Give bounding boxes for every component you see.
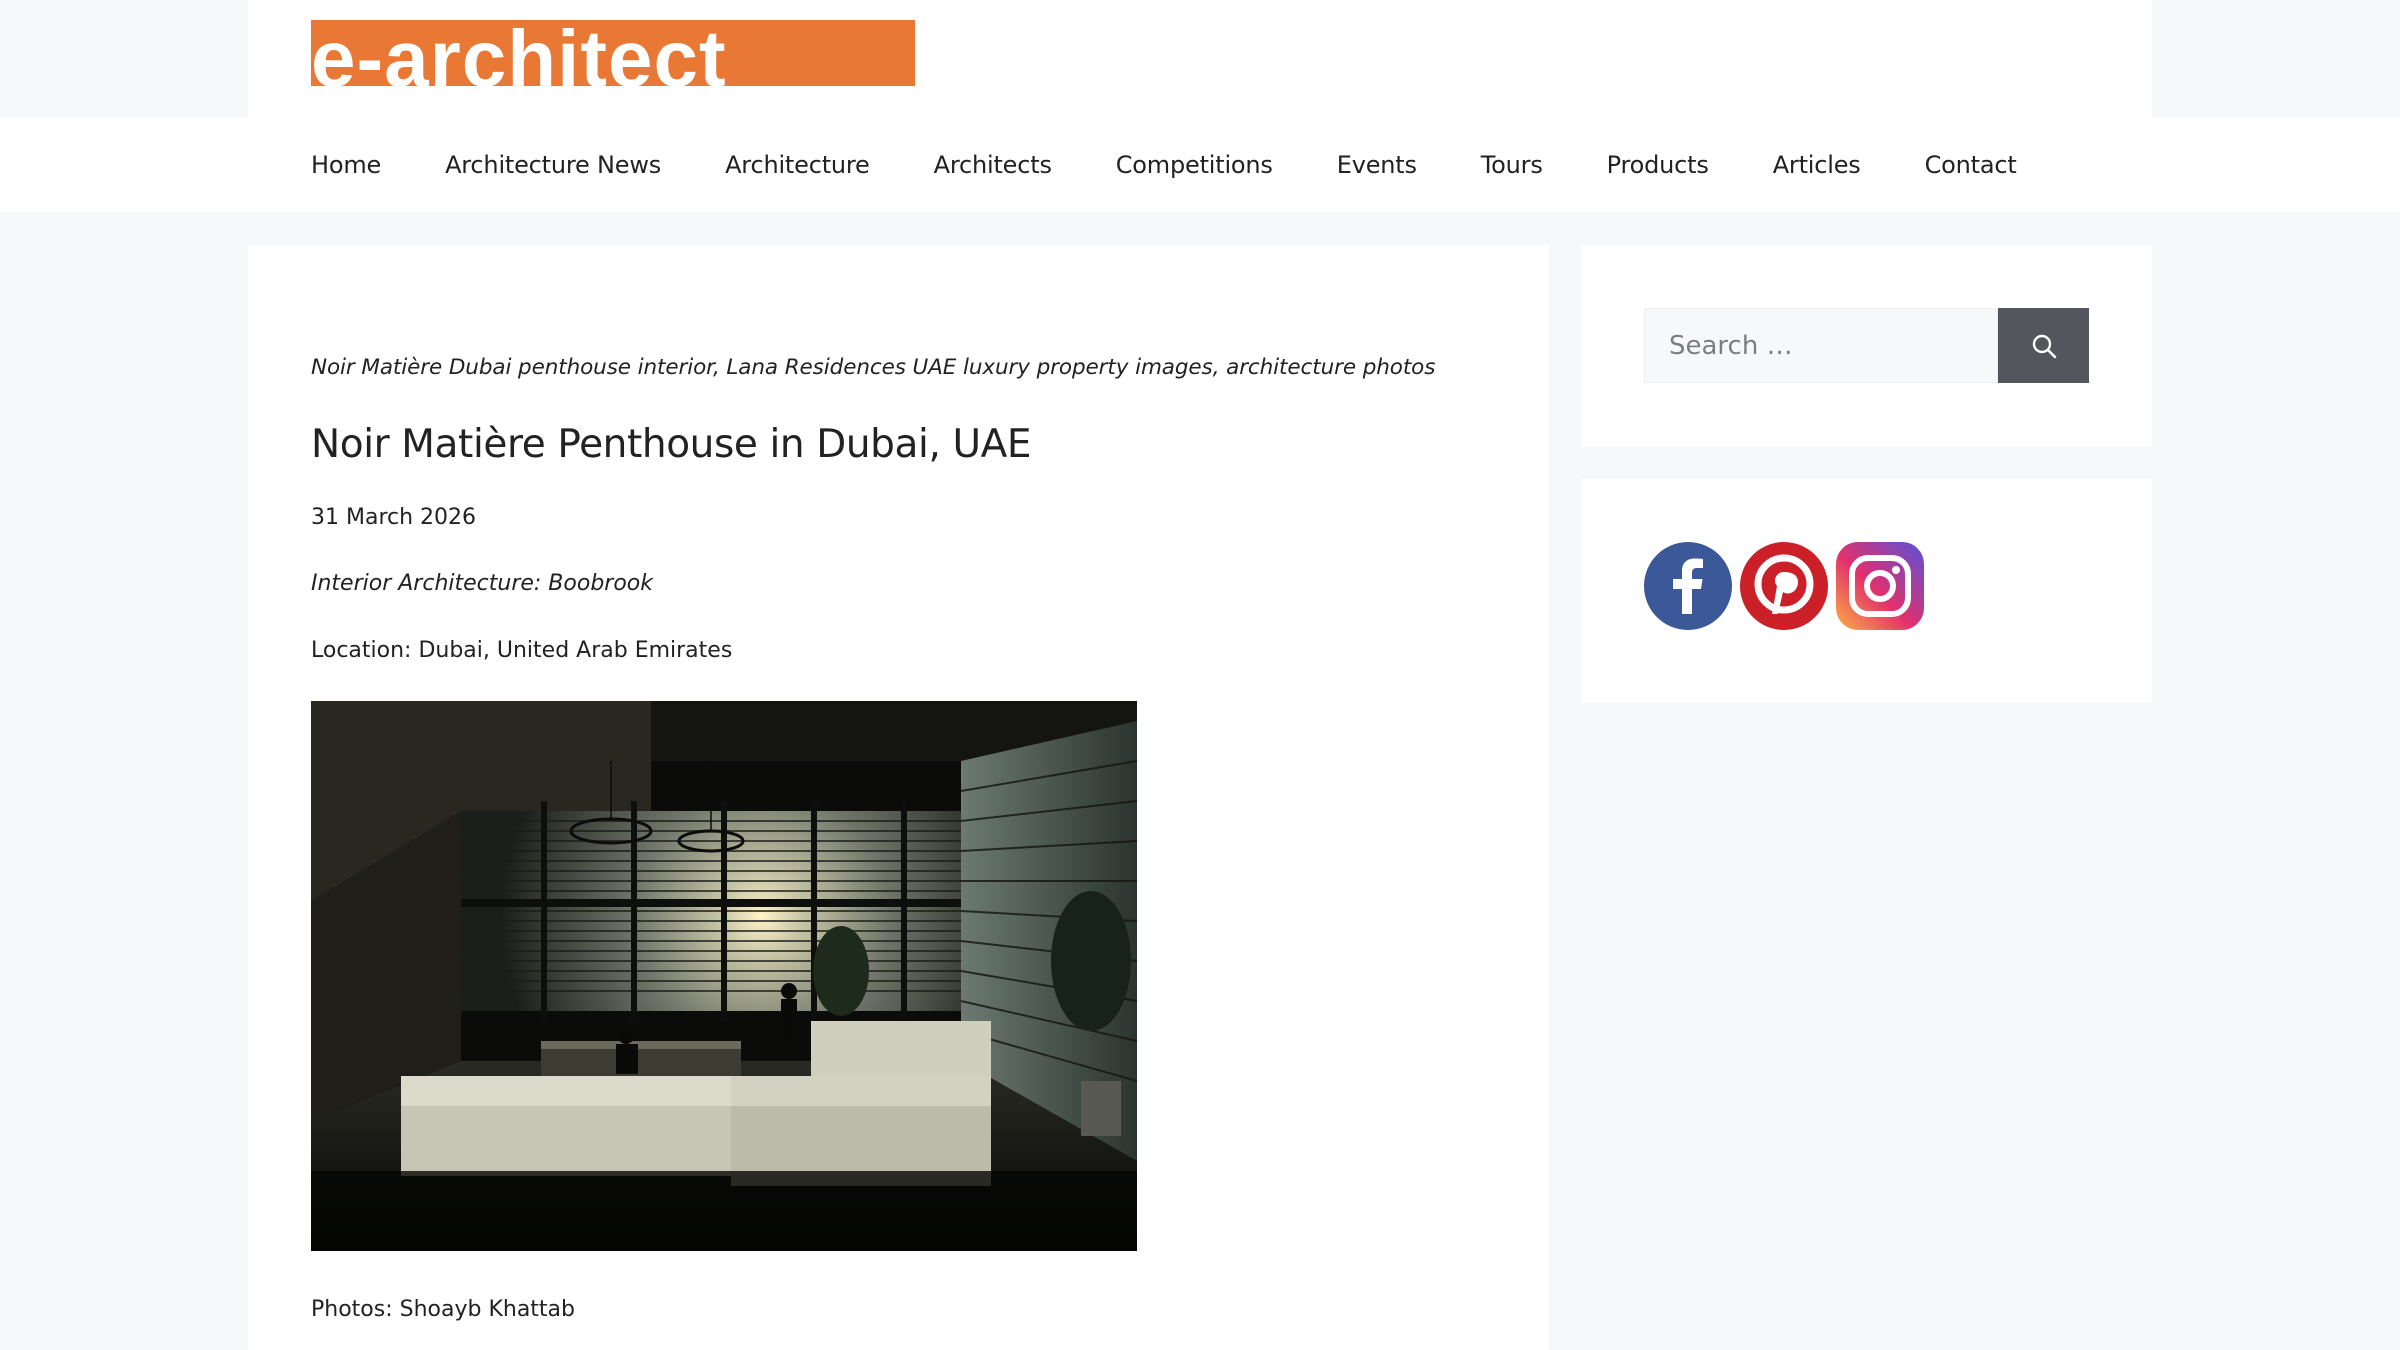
pinterest-icon[interactable] xyxy=(1740,542,1828,630)
nav-item-architecture[interactable]: Architecture xyxy=(725,151,870,179)
search-icon xyxy=(2032,334,2056,358)
search-input[interactable] xyxy=(1644,308,1998,383)
photo-credit: Photos: Shoayb Khattab xyxy=(311,1297,575,1322)
nav-item-architecture-news[interactable]: Architecture News xyxy=(445,151,661,179)
article-content: Noir Matière Dubai penthouse interior, L… xyxy=(248,245,1549,1350)
photo-illustration xyxy=(311,701,1137,1251)
article-caption: Noir Matière Dubai penthouse interior, L… xyxy=(311,355,1436,380)
social-widget xyxy=(1581,479,2152,703)
nav-item-competitions[interactable]: Competitions xyxy=(1116,151,1273,179)
nav-item-products[interactable]: Products xyxy=(1607,151,1709,179)
penthouse-interior-photo[interactable] xyxy=(311,701,1137,1251)
site-logo[interactable]: e-architect xyxy=(311,20,915,86)
nav-list: Home Architecture News Architecture Arch… xyxy=(311,118,2017,212)
nav-item-architects[interactable]: Architects xyxy=(934,151,1052,179)
nav-item-contact[interactable]: Contact xyxy=(1925,151,2017,179)
nav-item-articles[interactable]: Articles xyxy=(1773,151,1861,179)
logo-text: e-architect xyxy=(311,20,727,86)
facebook-icon[interactable] xyxy=(1644,542,1732,630)
article-date: 31 March 2026 xyxy=(311,505,477,530)
nav-item-events[interactable]: Events xyxy=(1337,151,1417,179)
instagram-icon[interactable] xyxy=(1836,542,1924,630)
main-navigation: Home Architecture News Architecture Arch… xyxy=(0,118,2400,212)
search-button[interactable] xyxy=(1998,308,2089,383)
article-designer: Interior Architecture: Boobrook xyxy=(311,571,653,596)
article-location: Location: Dubai, United Arab Emirates xyxy=(311,638,733,663)
nav-item-tours[interactable]: Tours xyxy=(1481,151,1543,179)
search-widget xyxy=(1581,245,2152,447)
article-title: Noir Matière Penthouse in Dubai, UAE xyxy=(311,422,1032,467)
nav-item-home[interactable]: Home xyxy=(311,151,381,179)
